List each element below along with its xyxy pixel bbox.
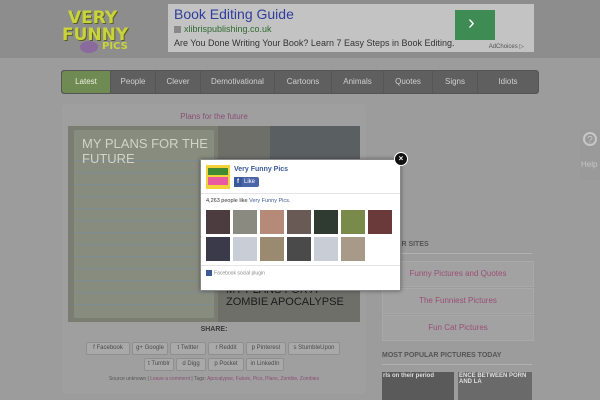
fan-avatar[interactable] (314, 210, 338, 234)
fan-avatar[interactable] (233, 210, 257, 234)
fan-avatar[interactable] (287, 210, 311, 234)
fan-avatar[interactable] (368, 210, 392, 234)
fan-avatar[interactable] (206, 210, 230, 234)
divider (201, 265, 400, 266)
fan-avatar[interactable] (233, 237, 257, 261)
close-icon[interactable]: × (394, 152, 408, 166)
fan-avatar[interactable] (341, 210, 365, 234)
fan-avatar[interactable] (206, 237, 230, 261)
fb-page-name[interactable]: Very Funny Pics (234, 166, 288, 173)
fb-like-count: 4,263 people like Very Funny Pics. (206, 198, 291, 204)
fan-avatar[interactable] (260, 237, 284, 261)
fan-avatar[interactable] (314, 237, 338, 261)
fb-page-link[interactable]: Very Funny Pics (249, 198, 289, 204)
facebook-like-popup: Very Funny Pics f Like 4,263 people like … (200, 159, 401, 291)
page-avatar[interactable] (206, 165, 230, 189)
fan-avatar[interactable] (287, 237, 311, 261)
facebook-icon (206, 270, 212, 276)
modal-overlay[interactable]: Very Funny Pics f Like 4,263 people like … (0, 0, 600, 400)
fb-like-button[interactable]: f Like (234, 177, 259, 187)
fan-avatar[interactable] (341, 237, 365, 261)
fb-plugin-footer[interactable]: Facebook social plugin (206, 270, 265, 276)
divider (201, 193, 400, 194)
facebook-icon: f (234, 177, 242, 187)
fan-avatar[interactable] (260, 210, 284, 234)
